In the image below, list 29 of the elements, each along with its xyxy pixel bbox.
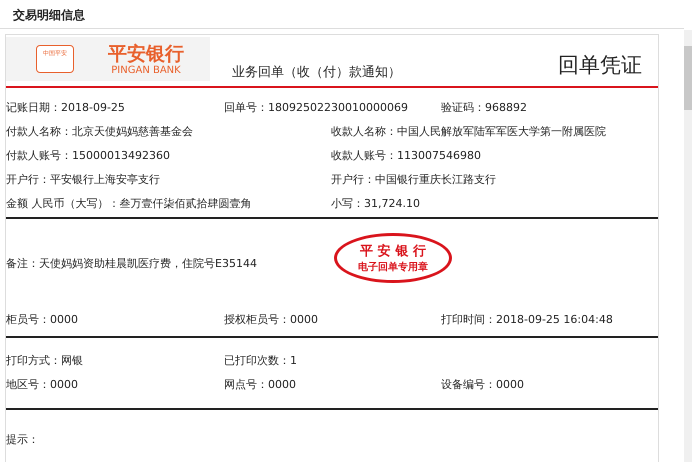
field-text: 设备编号：0000	[441, 376, 525, 392]
field-text: 收款人名称：中国人民解放军陆军军医大学第一附属医院	[331, 124, 607, 138]
field-text: 柜员号：0000	[6, 312, 79, 326]
field-text: 网点号：0000	[224, 376, 297, 392]
field-text: 打印时间：2018-09-25 16:04:48	[441, 312, 614, 326]
scrollbar[interactable]	[684, 30, 692, 462]
field-text: 记账日期：2018-09-25	[6, 100, 126, 114]
field-text: 付款人账号：15000013492360	[6, 148, 171, 162]
field-text: 开户行：平安银行上海安亭支行	[6, 172, 161, 186]
notice-title: 业务回单（收（付）款通知）	[232, 64, 401, 81]
field-text: 回单号：18092502230010000069	[224, 100, 409, 114]
field-text: 授权柜员号：0000	[224, 312, 319, 326]
bank-name-english: PINGAN BANK	[111, 64, 181, 76]
field-text: 验证码：968892	[441, 100, 528, 114]
bank-name: 平安银行	[108, 42, 184, 64]
tips-label: 提示：	[6, 433, 39, 446]
field-text: 收款人账号：113007546980	[331, 148, 482, 162]
scrollbar-thumb[interactable]	[684, 46, 692, 110]
field-text: 已打印次数：1	[224, 352, 298, 368]
field-text: 金额 人民币（大写）：叁万壹仟柒佰贰拾肆圆壹角	[6, 196, 252, 210]
field-text: 开户行：中国银行重庆长江路支行	[331, 172, 497, 186]
field-text: 付款人名称：北京天使妈妈慈善基金会	[6, 124, 194, 138]
field-text: 地区号：0000	[6, 376, 79, 392]
page-title: 交易明细信息	[0, 0, 684, 29]
voucher-title: 回单凭证	[558, 52, 642, 79]
field-text: 打印方式：网银	[6, 352, 84, 368]
bank-stamp: 平 安 银 行 电子回单专用章	[334, 233, 452, 283]
field-text: 小写：31,724.10	[331, 196, 421, 210]
remark-text: 备注：天使妈妈资助桂晨凯医疗费，住院号E35144	[6, 256, 257, 270]
